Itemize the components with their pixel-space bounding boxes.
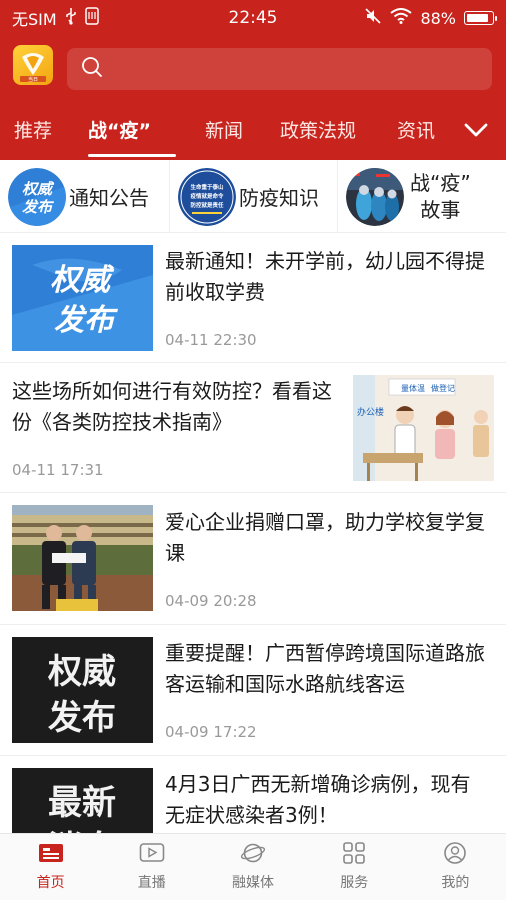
mask-donation-photo: [12, 505, 153, 611]
search-icon: [81, 56, 103, 82]
nav-label: 首页: [36, 875, 65, 891]
news-item[interactable]: 权威 发布 最新通知！未开学前，幼儿园不得提前收取学费 04-11 22:30: [0, 233, 506, 363]
nav-live[interactable]: 直播: [101, 834, 202, 900]
news-time: 04-09 20:28: [165, 592, 257, 610]
nav-label: 融媒体: [232, 875, 274, 891]
tab-news[interactable]: 新闻: [205, 116, 243, 143]
app-logo-icon[interactable]: 当日: [13, 45, 53, 85]
news-time: 04-09 17:22: [165, 723, 257, 741]
nav-profile[interactable]: 我的: [405, 834, 506, 900]
user-icon: [442, 842, 468, 868]
icon-text-line: 疫情就是命令: [190, 192, 224, 200]
battery-percent: 88%: [420, 8, 456, 28]
quick-entry-label: 战“疫” 故事: [410, 170, 471, 224]
active-tab-indicator: [88, 154, 176, 157]
news-title: 这些场所如何进行有效防控？看看这份《各类防控技术指南》: [12, 379, 332, 434]
icon-text-line: 生命重于泰山: [190, 183, 224, 191]
medical-staff-photo-icon: [346, 167, 404, 226]
news-title: 重要提醒！广西暂停跨境国际道路旅客运输和国际水路航线客运: [165, 641, 485, 696]
nav-home[interactable]: 首页: [0, 834, 101, 900]
thumb-text-line: 权威: [50, 263, 115, 298]
tab-info[interactable]: 资讯: [397, 116, 435, 143]
news-item[interactable]: 爱心企业捐赠口罩，助力学校复学复课 04-09 20:28: [0, 493, 506, 625]
thumb-text-line: 发布: [54, 303, 119, 338]
app-screen: 无SIM 22:45 88% 当日 推荐 战“疫” 新闻 政策法规 资讯 权威 …: [0, 0, 506, 900]
storage-icon: [84, 7, 99, 29]
thumb-text: 量体温: [401, 383, 425, 393]
quick-entry-label-line: 战“疫”: [410, 170, 471, 195]
icon-text-line: 发布: [22, 198, 55, 216]
carrier-label: 无SIM: [12, 10, 57, 29]
channel-tabs: 推荐 战“疫” 新闻 政策法规 资讯: [0, 102, 506, 160]
wifi-icon: [390, 8, 413, 28]
home-icon: [38, 842, 64, 868]
news-title: 最新通知！未开学前，幼儿园不得提前收取学费: [165, 249, 485, 304]
quick-entry-epidemic-stories[interactable]: 战“疫” 故事: [338, 160, 506, 233]
thumb-text-line: 发布: [48, 698, 116, 738]
tab-recommend[interactable]: 推荐: [14, 116, 52, 143]
news-title: 爱心企业捐赠口罩，助力学校复学复课: [165, 510, 485, 565]
nav-label: 服务: [340, 875, 369, 891]
news-item[interactable]: 权威 发布 重要提醒！广西暂停跨境国际道路旅客运输和国际水路航线客运 04-09…: [0, 625, 506, 756]
tab-policy[interactable]: 政策法规: [280, 116, 356, 143]
battery-icon: [464, 11, 497, 25]
news-item[interactable]: 这些场所如何进行有效防控？看看这份《各类防控技术指南》 04-11 17:31 …: [0, 363, 506, 493]
temperature-check-illustration: 办公楼 量体温 做登记: [353, 375, 494, 481]
thumb-text: 做登记: [431, 383, 455, 393]
chevron-down-icon: [464, 122, 488, 142]
quick-entry-strip: 权威 发布 通知公告 生命重于泰山 疫情就是命令 防控就是责任 防疫知识 战“疫…: [0, 160, 506, 233]
quick-entry-label-line: 故事: [420, 197, 461, 222]
grid-icon: [342, 842, 366, 868]
nav-services[interactable]: 服务: [304, 834, 405, 900]
quick-entry-prevention-knowledge[interactable]: 生命重于泰山 疫情就是命令 防控就是责任 防疫知识: [170, 160, 338, 233]
battery-fill: [467, 14, 489, 22]
play-icon: [139, 842, 165, 868]
quick-entry-label: 通知公告: [69, 186, 149, 210]
search-bar[interactable]: [67, 48, 492, 90]
logo-caption: 当日: [28, 76, 38, 83]
news-time: 04-11 17:31: [12, 461, 104, 479]
tab-fight-epidemic[interactable]: 战“疫”: [88, 116, 151, 143]
icon-text-line: 防控就是责任: [190, 201, 224, 209]
thumb-text: 办公楼: [357, 406, 384, 418]
bottom-nav: 首页 直播 融媒体 服务 我的: [0, 833, 506, 900]
authority-release-icon: 权威 发布: [8, 167, 66, 226]
thumb-text-line: 权威: [47, 652, 116, 692]
status-bar: 无SIM 22:45 88%: [0, 0, 506, 36]
news-list: 权威 发布 最新通知！未开学前，幼儿园不得提前收取学费 04-11 22:30 …: [0, 233, 506, 896]
quick-entry-announcements[interactable]: 权威 发布 通知公告: [0, 160, 170, 233]
nav-media[interactable]: 融媒体: [202, 834, 303, 900]
thumb-text-line: 最新: [48, 783, 116, 823]
prevention-poster-icon: 生命重于泰山 疫情就是命令 防控就是责任: [178, 167, 236, 226]
planet-icon: [240, 842, 266, 868]
nav-label: 我的: [441, 875, 470, 891]
news-time: 04-11 22:30: [165, 331, 257, 349]
mute-icon: [364, 7, 382, 29]
icon-text-line: 权威: [22, 180, 55, 198]
news-title: 4月3日广西无新增确诊病例，现有无症状感染者3例！: [165, 772, 471, 827]
nav-label: 直播: [137, 875, 166, 891]
app-header: 当日: [0, 36, 506, 102]
quick-entry-label: 防疫知识: [239, 186, 319, 210]
usb-icon: [65, 7, 77, 29]
search-input[interactable]: [113, 59, 473, 79]
authority-release-dark-image: 权威 发布: [12, 637, 153, 743]
authority-release-image: 权威 发布: [12, 245, 153, 351]
expand-tabs-button[interactable]: [458, 114, 494, 150]
